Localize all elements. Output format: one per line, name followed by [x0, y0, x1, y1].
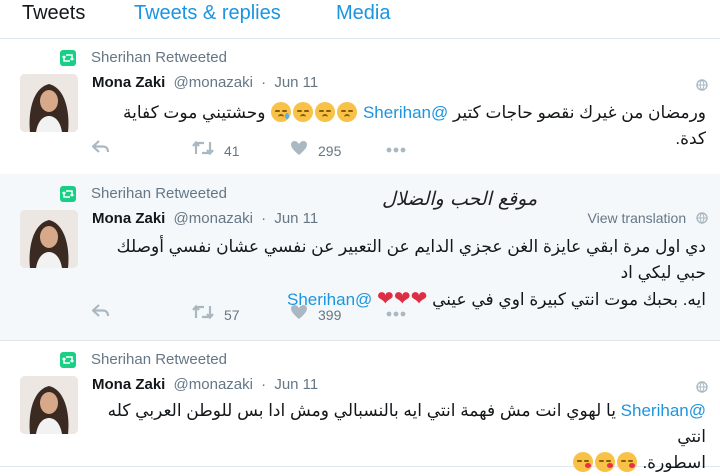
disappointed-face-icon: [337, 102, 358, 122]
globe-icon: [696, 211, 708, 227]
user-name[interactable]: Mona Zaki: [92, 376, 165, 393]
tweet-date[interactable]: Jun 11: [274, 376, 318, 393]
like-count: 399: [318, 306, 342, 323]
avatar[interactable]: [20, 376, 78, 434]
tweet-date[interactable]: Jun 11: [274, 74, 318, 91]
retweet-count: 41: [224, 142, 240, 159]
tweet-text-segment: اسطورة.: [642, 453, 706, 472]
tweet-item[interactable]: Sherihan Retweeted Mona Zaki @monazaki ·…: [0, 340, 720, 472]
tweet-text: دي اول مرة ابقي عايزة الغن عجزي الدايم ع…: [92, 234, 706, 313]
disappointed-face-icon: [293, 102, 314, 122]
reply-button[interactable]: [91, 304, 110, 323]
heart-icon: [290, 140, 308, 161]
user-handle[interactable]: @monazaki: [174, 210, 253, 227]
tweet-item[interactable]: Sherihan Retweeted Mona Zaki @monazaki ·…: [0, 38, 720, 175]
tweet-actions: 41 295: [91, 140, 492, 161]
view-translation-label: View translation: [587, 210, 687, 226]
reply-icon: [91, 140, 110, 159]
retweet-context-icon: [60, 50, 76, 66]
disappointed-face-icon: [315, 102, 336, 122]
retweet-label[interactable]: Sherihan Retweeted: [91, 49, 227, 66]
heart-icon: [290, 304, 308, 325]
tab-tweets[interactable]: Tweets: [22, 2, 85, 25]
tweet-header: Mona Zaki @monazaki · Jun 11: [92, 210, 318, 227]
tweet-text-line: @Sherihan يا لهوي انت مش فهمة انتي ايه ب…: [92, 398, 706, 450]
tweet-date[interactable]: Jun 11: [274, 210, 318, 227]
emoji-group: [572, 452, 638, 472]
retweet-label[interactable]: Sherihan Retweeted: [91, 351, 227, 368]
kissing-face-icon: [594, 452, 615, 472]
like-button[interactable]: 295: [290, 140, 341, 161]
tweet-text-segment: يا لهوي انت مش فهمة انتي ايه بالنسبالي و…: [107, 401, 706, 446]
globe-icon: [696, 380, 708, 398]
tab-media[interactable]: Media: [336, 2, 390, 25]
retweet-label[interactable]: Sherihan Retweeted: [91, 185, 227, 202]
like-button[interactable]: 399: [290, 304, 341, 325]
watermark-text: موقع الحب والضلال: [382, 188, 538, 210]
retweet-context-icon: [60, 186, 76, 202]
tweet-text-line: دي اول مرة ابقي عايزة الغن عجزي الدايم ع…: [116, 237, 706, 282]
retweet-icon: [192, 140, 214, 161]
retweet-icon: [192, 304, 214, 325]
tweet-header: Mona Zaki @monazaki · Jun 11: [92, 376, 318, 393]
avatar[interactable]: [20, 74, 78, 132]
reply-button[interactable]: [91, 140, 110, 159]
more-icon: [386, 140, 406, 158]
profile-tabs: Tweets Tweets & replies Media: [0, 0, 720, 39]
more-button[interactable]: [386, 140, 406, 158]
avatar[interactable]: [20, 210, 78, 268]
kissing-face-icon: [616, 452, 637, 472]
tweet-text-segment: ورمضان من غيرك نقصو حاجات كتير: [453, 103, 706, 122]
tweet-header: Mona Zaki @monazaki · Jun 11: [92, 74, 318, 91]
tweet-actions: 57 399: [91, 304, 492, 325]
separator: ·: [261, 210, 267, 227]
kissing-face-icon: [572, 452, 593, 472]
globe-icon: [696, 78, 708, 96]
mention-link[interactable]: @Sherihan: [621, 401, 706, 420]
user-name[interactable]: Mona Zaki: [92, 74, 165, 91]
reply-icon: [91, 304, 110, 323]
tweet-text-line: اسطورة.: [92, 450, 706, 476]
retweet-button[interactable]: 57: [192, 304, 240, 325]
retweet-button[interactable]: 41: [192, 140, 240, 161]
tab-tweets-and-replies[interactable]: Tweets & replies: [134, 2, 281, 25]
crying-face-icon: [271, 102, 292, 122]
view-translation-link[interactable]: View translation: [588, 210, 708, 227]
user-handle[interactable]: @monazaki: [174, 376, 253, 393]
like-count: 295: [318, 142, 342, 159]
user-handle[interactable]: @monazaki: [174, 74, 253, 91]
more-icon: [386, 304, 406, 322]
retweet-context-icon: [60, 352, 76, 368]
separator: ·: [261, 376, 267, 393]
tweet-text: @Sherihan يا لهوي انت مش فهمة انتي ايه ب…: [92, 398, 706, 476]
more-button[interactable]: [386, 304, 406, 322]
tweet-item[interactable]: Sherihan Retweeted موقع الحب والضلال Mon…: [0, 174, 720, 341]
emoji-group: [265, 102, 358, 122]
user-name[interactable]: Mona Zaki: [92, 210, 165, 227]
separator: ·: [261, 74, 267, 91]
retweet-count: 57: [224, 306, 240, 323]
mention-link[interactable]: @Sherihan: [363, 103, 448, 122]
